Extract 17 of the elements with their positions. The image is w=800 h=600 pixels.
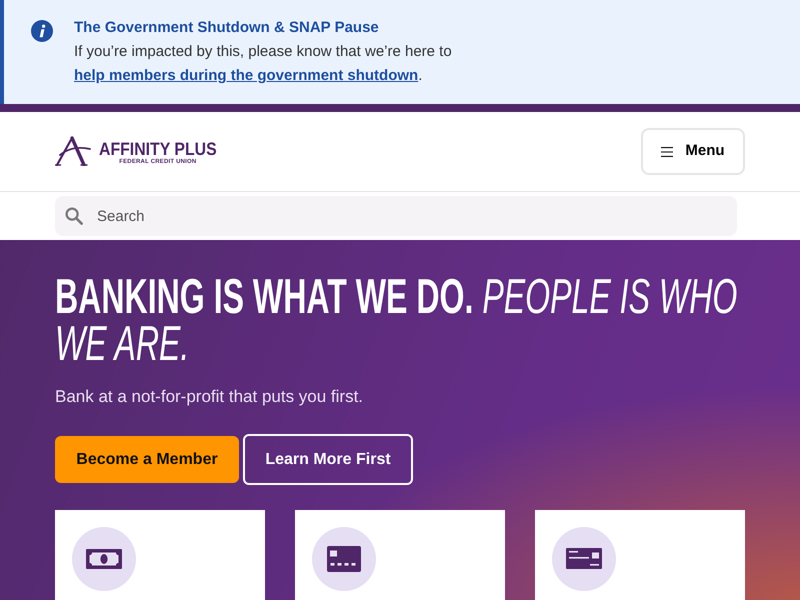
menu-icon	[661, 146, 674, 156]
learn-more-button[interactable]: Learn More First	[243, 434, 413, 485]
alert-message: If you’re impacted by this, please know that we’re here to help members during the government shutdown.	[74, 42, 453, 86]
menu-button[interactable]: Menu	[641, 128, 745, 175]
brand-name: AFFINITY PLUS	[99, 140, 217, 158]
logo-mark-icon	[55, 136, 91, 166]
cash-icon	[72, 527, 136, 591]
help-link[interactable]: help members during the government shutdown	[74, 67, 418, 84]
id-card-icon	[552, 527, 616, 591]
search-field[interactable]: Search	[55, 196, 737, 236]
hero-subtitle: Bank at a not-for-profit that puts you first.	[55, 386, 364, 408]
become-member-button[interactable]: Become a Member	[55, 436, 239, 483]
credit-card-icon	[312, 527, 376, 591]
alert-title: The Government Shutdown & SNAP Pause	[74, 18, 379, 38]
search-icon	[65, 207, 83, 225]
hero-headline: BANKING IS WHAT WE DO. PEOPLE IS WHO WE ARE.	[55, 274, 738, 368]
info-icon	[31, 20, 53, 42]
